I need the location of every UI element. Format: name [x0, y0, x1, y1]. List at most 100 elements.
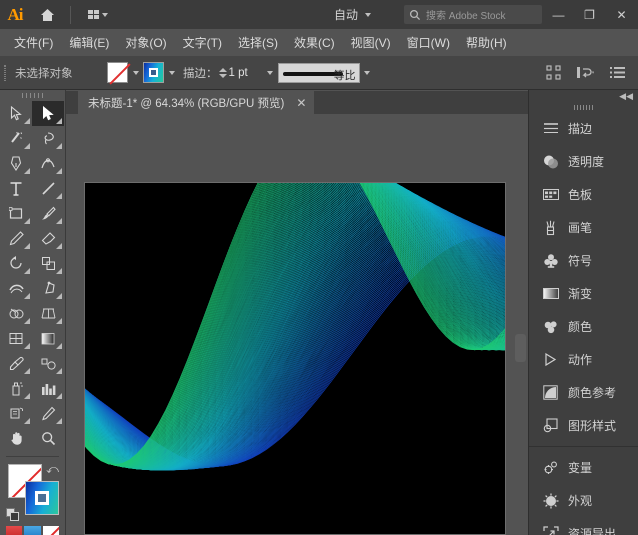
line-segment-tool[interactable]	[32, 176, 64, 201]
swatches-panel-icon	[542, 186, 559, 203]
minimize-button[interactable]: —	[543, 0, 574, 29]
title-bar: Ai 自动 搜索 Adobe Stock — ❐ ✕	[0, 0, 638, 29]
width-tool[interactable]	[0, 276, 32, 301]
panel-button-color-guide[interactable]: 颜色参考	[529, 376, 638, 409]
panel-label: 外观	[568, 492, 592, 509]
menu-select[interactable]: 选择(S)	[230, 31, 286, 54]
more-options-icon[interactable]	[608, 64, 626, 82]
artboard[interactable]	[84, 182, 506, 535]
menu-file[interactable]: 文件(F)	[6, 31, 61, 54]
stroke-weight-chevron-down-icon[interactable]	[263, 63, 278, 83]
hand-tool[interactable]	[0, 426, 32, 451]
panel-label: 透明度	[568, 153, 604, 170]
none-swatch-button[interactable]	[43, 526, 59, 535]
panel-button-stroke[interactable]: 描边	[529, 112, 638, 145]
panel-button-swatches[interactable]: 色板	[529, 178, 638, 211]
direct-selection-tool[interactable]	[32, 101, 64, 126]
home-icon[interactable]	[30, 0, 64, 29]
default-fill-stroke-icon[interactable]	[6, 508, 20, 522]
mesh-tool[interactable]	[0, 326, 32, 351]
arrange-documents-icon[interactable]	[77, 0, 119, 29]
stroke-swatch[interactable]	[143, 62, 164, 83]
column-graph-tool[interactable]	[32, 376, 64, 401]
stroke-color-gradient[interactable]	[25, 481, 59, 515]
perspective-grid-tool[interactable]	[32, 301, 64, 326]
gradient-tool[interactable]	[32, 326, 64, 351]
panel-label: 变量	[568, 459, 592, 476]
zoom-tool[interactable]	[32, 426, 64, 451]
lasso-tool[interactable]	[32, 126, 64, 151]
menu-view[interactable]: 视图(V)	[343, 31, 399, 54]
panel-button-actions[interactable]: 动作	[529, 343, 638, 376]
menu-edit[interactable]: 编辑(E)	[61, 31, 117, 54]
transform-icon[interactable]	[576, 64, 594, 82]
panel-button-gradient[interactable]: 渐变	[529, 277, 638, 310]
panel-button-graphic-styles[interactable]: 图形样式	[529, 409, 638, 442]
color-swatch-button[interactable]	[6, 526, 22, 535]
asset-export-panel-icon	[542, 525, 559, 535]
stroke-weight-stepper[interactable]	[218, 64, 229, 82]
align-objects-icon[interactable]	[544, 64, 562, 82]
menu-help[interactable]: 帮助(H)	[458, 31, 515, 54]
color-panel-icon	[542, 318, 559, 335]
stroke-profile-dropdown[interactable]: 等比	[278, 63, 360, 83]
symbol-sprayer-tool[interactable]	[0, 376, 32, 401]
menu-type[interactable]: 文字(T)	[175, 31, 230, 54]
control-bar-grip[interactable]	[0, 56, 9, 90]
fill-stroke-controls: ⤺	[0, 462, 65, 524]
fill-chevron-down-icon[interactable]	[128, 63, 143, 83]
slice-tool[interactable]	[32, 401, 64, 426]
pencil-tool[interactable]	[0, 226, 32, 251]
canvas-area[interactable]	[66, 114, 528, 535]
color-guide-panel-icon	[542, 384, 559, 401]
scale-tool[interactable]	[32, 251, 64, 276]
menu-effect[interactable]: 效果(C)	[286, 31, 343, 54]
close-button[interactable]: ✕	[605, 0, 638, 29]
stroke-profile-chevron-down-icon[interactable]	[360, 63, 375, 83]
panel-button-symbols[interactable]: 符号	[529, 244, 638, 277]
divider	[6, 456, 59, 457]
expand-panels-icon[interactable]: ◀◀	[619, 91, 633, 102]
gradient-panel-icon	[542, 285, 559, 302]
blend-tool[interactable]	[32, 351, 64, 376]
panel-button-variables[interactable]: 变量	[529, 451, 638, 484]
free-transform-tool[interactable]	[32, 276, 64, 301]
document-tab[interactable]: 未标题-1* @ 64.34% (RGB/GPU 预览) ✕	[78, 91, 314, 114]
panel-button-asset-export[interactable]: 资源导出	[529, 517, 638, 535]
selection-tool[interactable]	[0, 101, 32, 126]
fill-swatch[interactable]	[107, 62, 128, 83]
menu-object[interactable]: 对象(O)	[117, 31, 174, 54]
shape-builder-tool[interactable]	[0, 301, 32, 326]
app-logo: Ai	[0, 0, 30, 29]
stroke-chevron-down-icon[interactable]	[164, 63, 179, 83]
gradient-swatch-button[interactable]	[24, 526, 40, 535]
dock-grip[interactable]	[529, 103, 638, 112]
maximize-button[interactable]: ❐	[574, 0, 605, 29]
tools-panel-grip[interactable]	[0, 90, 65, 101]
tools-grid	[0, 101, 65, 451]
grid-icon	[88, 10, 99, 19]
rectangle-tool[interactable]	[0, 201, 32, 226]
close-icon[interactable]: ✕	[296, 97, 306, 109]
artboard-tool[interactable]	[0, 401, 32, 426]
panel-button-color[interactable]: 颜色	[529, 310, 638, 343]
panel-button-appearance[interactable]: 外观	[529, 484, 638, 517]
arrange-mode-dropdown[interactable]: 自动	[334, 0, 371, 29]
curvature-tool[interactable]	[32, 151, 64, 176]
stroke-weight-input[interactable]: 1 pt	[229, 67, 263, 79]
panel-button-brushes[interactable]: 画笔	[529, 211, 638, 244]
magic-wand-tool[interactable]	[0, 126, 32, 151]
type-tool[interactable]	[0, 176, 32, 201]
panel-button-transparency[interactable]: 透明度	[529, 145, 638, 178]
paintbrush-tool[interactable]	[32, 201, 64, 226]
rotate-tool[interactable]	[0, 251, 32, 276]
panel-label: 渐变	[568, 285, 592, 302]
eraser-tool[interactable]	[32, 226, 64, 251]
eyedropper-tool[interactable]	[0, 351, 32, 376]
pen-tool[interactable]	[0, 151, 32, 176]
panel-resize-handle[interactable]	[515, 334, 526, 362]
search-input[interactable]: 搜索 Adobe Stock	[404, 5, 542, 24]
menu-window[interactable]: 窗口(W)	[399, 31, 458, 54]
swap-fill-stroke-icon[interactable]: ⤺	[46, 462, 59, 477]
artwork-blend	[85, 183, 505, 534]
